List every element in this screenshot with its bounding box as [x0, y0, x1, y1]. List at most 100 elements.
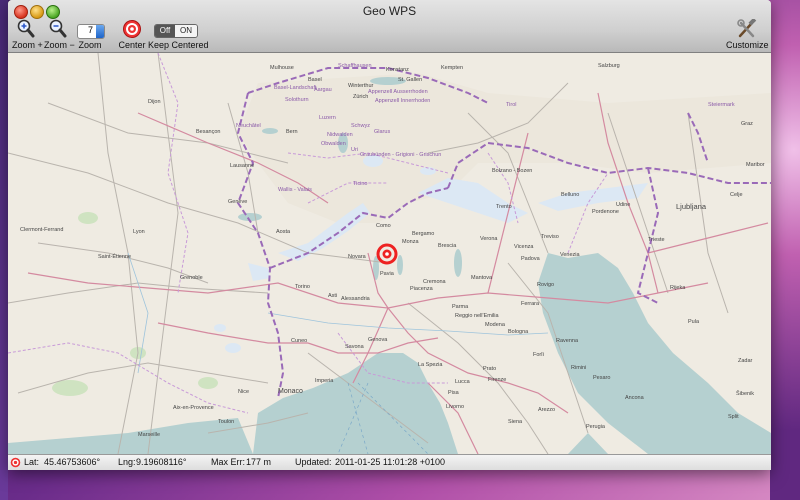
zoom-out-label: Zoom −	[44, 40, 75, 50]
label-aosta: Aosta	[276, 229, 291, 235]
label-parma: Parma	[452, 304, 469, 310]
label-geneve: Genève	[228, 199, 247, 205]
label-tirol: Tirol	[506, 102, 517, 108]
label-besancon: Besançon	[196, 129, 220, 135]
label-pavia: Pavia	[380, 271, 395, 277]
label-glarus: Glarus	[374, 129, 390, 135]
label-torino: Torino	[295, 284, 310, 290]
tools-icon	[737, 19, 757, 38]
label-basel-landschaft: Basel-Landschaft	[274, 85, 317, 91]
label-piacenza: Piacenza	[410, 286, 434, 292]
center-button[interactable]: Center	[118, 19, 146, 50]
label-sibenik: Šibenik	[736, 390, 754, 397]
label-bergamo: Bergamo	[412, 231, 434, 237]
label-pesaro: Pesaro	[593, 375, 610, 381]
zoom-in-button[interactable]: Zoom +	[12, 19, 43, 50]
label-rovigo: Rovigo	[537, 282, 554, 288]
label-maribor: Maribor	[746, 162, 765, 168]
label-rimini: Rimini	[571, 365, 586, 371]
keep-centered-toggle[interactable]: Off ON	[154, 24, 198, 38]
label-lucca: Lucca	[455, 379, 471, 385]
zoom-in-icon	[17, 19, 35, 38]
desktop-background-right	[770, 0, 800, 500]
toggle-off-segment[interactable]: Off	[155, 25, 175, 37]
label-marseille: Marseille	[138, 432, 160, 438]
label-lausanne: Lausanne	[230, 163, 254, 169]
lat-label: Lat:	[24, 457, 40, 467]
label-nidwalden: Nidwalden	[327, 132, 353, 138]
label-treviso: Treviso	[541, 234, 559, 240]
label-ticino: Ticino	[353, 181, 367, 187]
label-monza: Monza	[402, 239, 419, 245]
label-firenze: Firenze	[488, 377, 506, 383]
zoom-out-button[interactable]: Zoom −	[44, 19, 75, 50]
label-mantova: Mantova	[471, 275, 493, 281]
label-graz: Graz	[741, 121, 753, 127]
label-verona: Verona	[480, 236, 498, 242]
updated-value: 2011-01-25 11:01:28 +0100	[335, 457, 446, 467]
label-grenoble: Grenoble	[180, 275, 203, 281]
maxerr-label: Max Err:	[211, 457, 246, 467]
label-como: Como	[376, 223, 391, 229]
label-arezzo: Arezzo	[538, 407, 555, 413]
label-pisa: Pisa	[448, 390, 460, 396]
label-mulhouse: Mulhouse	[270, 65, 294, 71]
label-toulon: Toulon	[218, 419, 234, 425]
label-schwyz: Schwyz	[351, 123, 370, 129]
label-obwalden: Obwalden	[321, 141, 346, 147]
label-graubunden: Graubünden - Grigioni - Grischun	[360, 152, 441, 158]
label-konstanz: Konstanz	[386, 67, 409, 73]
label-kempten: Kempten	[441, 65, 463, 71]
label-ravenna: Ravenna	[556, 338, 579, 344]
desktop-background-left	[0, 0, 8, 500]
label-siena: Siena	[508, 419, 523, 425]
label-cremona: Cremona	[423, 279, 447, 285]
label-forli: Forlì	[533, 352, 544, 358]
label-pordenone: Pordenone	[592, 209, 619, 215]
label-uri: Uri	[351, 147, 358, 153]
label-udine: Udine	[616, 202, 630, 208]
label-laspezia: La Spezia	[418, 362, 443, 368]
lat-value: 45.46753606°	[44, 457, 101, 467]
label-saintetienne: Saint-Étienne	[98, 253, 131, 260]
label-livorno: Livorno	[446, 404, 464, 410]
label-prato: Prato	[483, 366, 496, 372]
zoom-in-label: Zoom +	[12, 40, 43, 50]
status-bar: Lat: 45.46753606° Lng: 9.19608116° Max E…	[8, 454, 771, 470]
label-appenzell-innerrhoden: Appenzell Innerrhoden	[375, 98, 430, 104]
label-wallis: Wallis - Valais	[278, 187, 312, 193]
stepper-arrows-icon[interactable]	[96, 25, 104, 38]
zoom-label: Zoom	[78, 40, 102, 50]
customize-button[interactable]: Customize	[726, 19, 769, 50]
label-ferrara: Ferrara	[521, 301, 540, 307]
label-ancona: Ancona	[625, 395, 645, 401]
map-view[interactable]: Mulhouse Basel Schaffhausen Winterthur Z…	[8, 53, 771, 454]
keep-centered-label: Keep Centered	[148, 40, 209, 50]
label-reggio: Reggio nell'Emilia	[455, 313, 499, 319]
label-steiermark: Steiermark	[708, 102, 735, 108]
label-modena: Modena	[485, 322, 506, 328]
label-trento: Trento	[496, 204, 512, 210]
label-genova: Genova	[368, 337, 388, 343]
label-cuneo: Cuneo	[291, 338, 307, 344]
label-pula: Pula	[688, 319, 700, 325]
label-salzburg: Salzburg	[598, 63, 620, 69]
label-perugia: Perugia	[586, 424, 606, 430]
zoom-level-stepper[interactable]: 7	[77, 24, 105, 39]
label-aargau: Aargau	[314, 87, 332, 93]
label-padova: Padova	[521, 256, 541, 262]
label-vicenza: Vicenza	[514, 244, 534, 250]
label-neuchatel: Neuchâtel	[236, 123, 261, 129]
toggle-on-segment[interactable]: ON	[175, 25, 197, 37]
label-dijon: Dijon	[148, 99, 161, 105]
label-alessandria: Alessandria	[341, 296, 371, 302]
updated-label: Updated:	[295, 457, 332, 467]
label-rijeka: Rijeka	[670, 285, 686, 291]
label-bern: Bern	[286, 129, 298, 135]
label-zadar: Zadar	[738, 358, 753, 364]
label-belluno: Belluno	[561, 192, 579, 198]
map-canvas[interactable]: Mulhouse Basel Schaffhausen Winterthur Z…	[8, 53, 771, 454]
label-stgallen: St. Gallen	[398, 77, 422, 83]
lng-label: Lng:	[118, 457, 136, 467]
label-imperia: Imperia	[315, 378, 334, 384]
